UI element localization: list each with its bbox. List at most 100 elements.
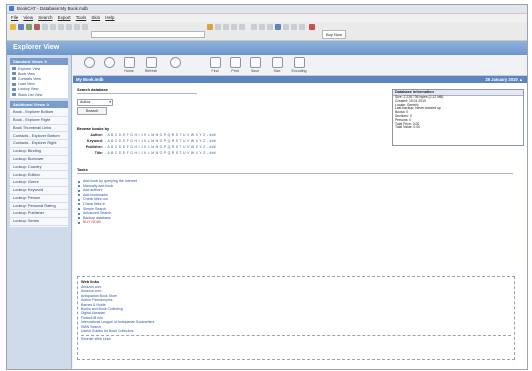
- page-title: My Book.mdb: [76, 77, 104, 82]
- sort-icon[interactable]: [223, 24, 229, 30]
- browse-label: Author:: [90, 133, 103, 137]
- sidebar-item-label: Stack List View: [18, 92, 43, 97]
- stack-list-view-icon: [12, 92, 16, 96]
- grid-icon[interactable]: [283, 24, 289, 30]
- search-title: Search database: [77, 87, 108, 92]
- address-field[interactable]: [91, 31, 205, 38]
- browser-nav-bar: Home Refresh Find Print Save Size Encodi…: [73, 55, 527, 76]
- book-view-icon: [12, 72, 16, 76]
- database-info-panel: Database information Size: 2 228 736 byt…: [392, 89, 524, 146]
- undo-icon[interactable]: [66, 24, 72, 30]
- print-icon: [229, 57, 241, 68]
- sidebar-item-lookup-country[interactable]: Lookup: Country: [10, 164, 68, 172]
- web-links-box: Web links Amazon.com Amazon.com Antiquar…: [77, 276, 515, 360]
- add-book-icon[interactable]: [26, 24, 32, 30]
- save-button[interactable]: Save: [243, 57, 267, 73]
- reorder-web-links-link[interactable]: Reorder Web Links: [78, 337, 514, 341]
- print-icon[interactable]: [291, 24, 297, 30]
- import-icon[interactable]: [267, 24, 273, 30]
- browse-label: Keyword:: [87, 139, 103, 143]
- size-icon: [271, 57, 283, 68]
- encoding-icon: [293, 57, 305, 68]
- browse-letters[interactable]: - A B C D E F G H I J K L M N O P Q R S …: [105, 139, 216, 143]
- browse-title: Browse books by: [77, 126, 110, 131]
- filter-icon[interactable]: [215, 24, 221, 30]
- menu-view[interactable]: View: [23, 15, 33, 20]
- toolbar: Buy Now: [7, 22, 527, 41]
- sidebar-item-label: Lookup View: [18, 87, 39, 92]
- sidebar-item-book-explorer-right[interactable]: Book - Explorer Right: [10, 117, 68, 125]
- menu-bar: File View Search Export Tools Skin Help: [7, 14, 527, 21]
- sidebar-item-contacts-explorer-right[interactable]: Contacts - Explorer Right: [10, 140, 68, 149]
- browse-label: Publisher:: [85, 145, 103, 149]
- edit-icon[interactable]: [42, 24, 48, 30]
- size-button[interactable]: Size: [265, 57, 289, 73]
- search-field-select[interactable]: Author: [77, 99, 113, 106]
- size-label: Size: [273, 69, 281, 73]
- menu-tools[interactable]: Tools: [76, 15, 87, 20]
- search-button[interactable]: Search: [77, 107, 107, 115]
- explorer-title: Explorer View: [13, 44, 60, 51]
- help-icon[interactable]: [309, 24, 315, 30]
- menu-skin[interactable]: Skin: [91, 15, 100, 20]
- cut-icon[interactable]: [82, 24, 88, 30]
- web-links-divider: [81, 335, 511, 337]
- standard-views-list: Explorer View Book View Contacts View Lo…: [10, 65, 68, 99]
- sidebar-item-stack-list-view[interactable]: Stack List View: [10, 92, 68, 97]
- sidebar-item-book-thumbnail-links[interactable]: Book Thumbnail Links: [10, 125, 68, 133]
- label-icon[interactable]: [259, 24, 265, 30]
- browse-row-keyword: Keyword: - A B C D E F G H I J K L M N O …: [77, 139, 216, 143]
- chart-icon[interactable]: [275, 24, 281, 30]
- sidebar-item-contacts-explorer-bottom[interactable]: Contacts - Explorer Bottom: [10, 132, 68, 141]
- buy-now-button[interactable]: Buy Now: [322, 30, 347, 39]
- menu-file[interactable]: File: [11, 15, 18, 20]
- browse-letters[interactable]: - A B C D E F G H I J K L M N O P Q R S …: [105, 145, 216, 149]
- home-icon: [123, 57, 135, 68]
- back-icon: [83, 57, 95, 68]
- stop-icon: [169, 57, 181, 68]
- main-content: Home Refresh Find Print Save Size Encodi…: [73, 55, 527, 369]
- sidebar-item-lookup-person[interactable]: Lookup: Person: [10, 195, 68, 203]
- menu-help[interactable]: Help: [105, 15, 114, 20]
- options-icon[interactable]: [299, 24, 305, 30]
- sidebar-item-lookup-borrower[interactable]: Lookup: Borrower: [10, 156, 68, 164]
- sidebar-item-lookup-publisher[interactable]: Lookup: Publisher: [10, 210, 68, 219]
- tasks-title: Tasks: [77, 167, 88, 172]
- web-link[interactable]: Useful Guides for Book Collectors: [78, 329, 514, 333]
- sidebar-item-lookup-binding[interactable]: Lookup: Binding: [10, 148, 68, 156]
- task-buy-now[interactable]: BUY NOW!: [77, 220, 137, 225]
- forward-icon: [103, 57, 115, 68]
- sidebar-item-lookup-genre[interactable]: Lookup: Genre: [10, 179, 68, 187]
- page-date: 28 January 2010 ▲: [485, 77, 523, 82]
- report-icon[interactable]: [251, 24, 257, 30]
- standard-views-header[interactable]: Standard Views ☆: [10, 58, 68, 65]
- sidebar-item-lookup-keyword[interactable]: Lookup: Keyword: [10, 187, 68, 195]
- copy-icon[interactable]: [50, 24, 56, 30]
- sidebar-item-lookup-series[interactable]: Lookup: Series: [10, 218, 68, 226]
- refresh-button[interactable]: Refresh: [139, 57, 163, 73]
- delete-icon[interactable]: [34, 24, 40, 30]
- paste-icon[interactable]: [58, 24, 64, 30]
- search-online-icon[interactable]: [207, 24, 213, 30]
- browse-letters[interactable]: - A B C D E F G H I J K L M N O P Q R S …: [105, 151, 216, 155]
- encoding-button[interactable]: Encoding: [287, 57, 311, 73]
- browse-row-author: Author: - A B C D E F G H I J K L M N O P…: [77, 133, 216, 137]
- stop-button[interactable]: [163, 57, 187, 73]
- open-icon[interactable]: [18, 24, 24, 30]
- view-icon[interactable]: [239, 24, 245, 30]
- sidebar-item-book-explorer-bottom[interactable]: Book - Explorer Bottom: [10, 109, 68, 117]
- home-button[interactable]: Home: [117, 57, 141, 73]
- app-icon: [9, 6, 14, 11]
- additional-views-header[interactable]: Additional Views ☆: [10, 101, 68, 109]
- sidebar-item-lookup-personal-rating[interactable]: Lookup: Personal Rating: [10, 203, 68, 211]
- new-icon[interactable]: [10, 24, 16, 30]
- group-icon[interactable]: [231, 24, 237, 30]
- sidebar-item-lookup-edition[interactable]: Lookup: Edition: [10, 171, 68, 180]
- db-info-total-value: Total Value: 0.00: [395, 125, 421, 130]
- sidebar-item-label: Loan View: [18, 82, 35, 87]
- redo-icon[interactable]: [74, 24, 80, 30]
- page-header-bar: My Book.mdb 28 January 2010 ▲: [73, 76, 527, 83]
- menu-export[interactable]: Export: [58, 15, 71, 20]
- browse-letters[interactable]: - A B C D E F G H I J K L M N O P Q R S …: [105, 133, 216, 137]
- menu-search[interactable]: Search: [38, 15, 52, 20]
